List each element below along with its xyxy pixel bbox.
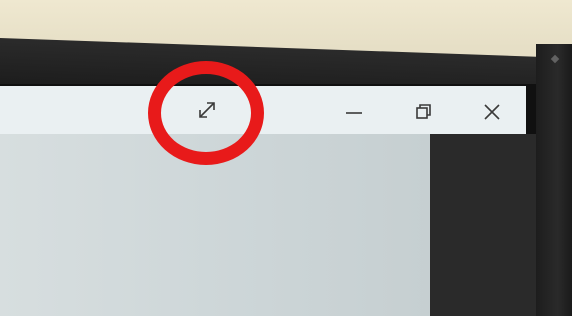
- minimize-icon: [343, 101, 365, 123]
- window-right-edge: [430, 134, 536, 316]
- minimize-button[interactable]: [336, 94, 372, 130]
- close-button[interactable]: [474, 94, 510, 130]
- monitor-right-bezel: [536, 44, 572, 316]
- restore-button[interactable]: [406, 94, 442, 130]
- red-circle-annotation: [148, 61, 264, 165]
- close-icon: [481, 101, 503, 123]
- restore-icon: [413, 101, 435, 123]
